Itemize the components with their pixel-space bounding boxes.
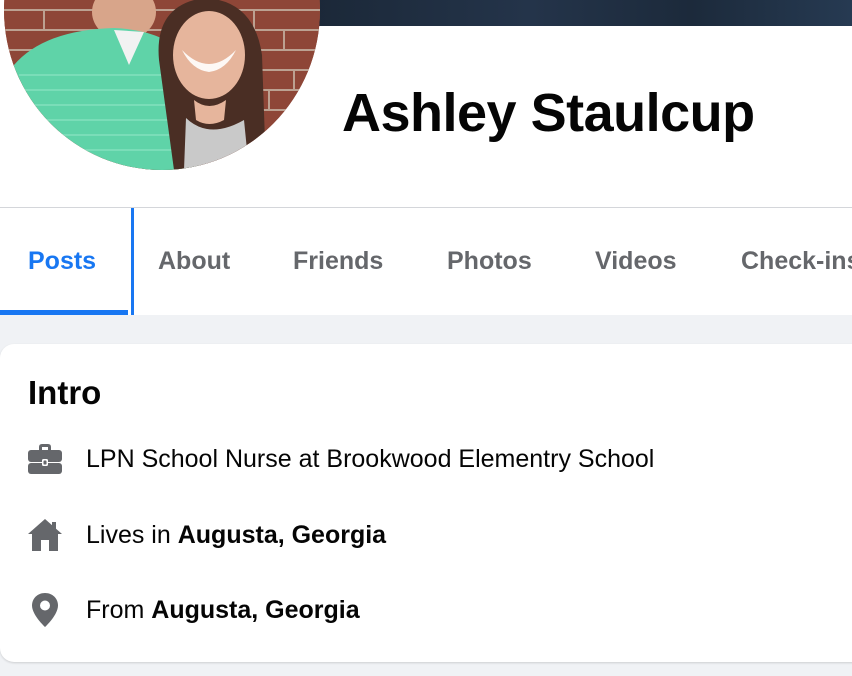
- tab-friends[interactable]: Friends: [293, 208, 383, 315]
- intro-lives-prefix: Lives in: [86, 520, 178, 549]
- profile-picture[interactable]: [4, 0, 320, 170]
- cover-photo[interactable]: [314, 0, 852, 26]
- home-icon: [26, 516, 64, 554]
- intro-from-place[interactable]: Augusta, Georgia: [151, 596, 359, 625]
- profile-photo-image: [4, 0, 320, 170]
- intro-from-row[interactable]: From Augusta, Georgia: [26, 590, 360, 630]
- intro-work-row[interactable]: LPN School Nurse at Brookwood Elementry …: [26, 439, 654, 479]
- intro-title: Intro: [28, 374, 102, 411]
- intro-card: Intro LPN School Nurse at Brookwood Elem…: [0, 344, 852, 662]
- briefcase-icon: [26, 440, 64, 478]
- tab-photos[interactable]: Photos: [447, 208, 532, 315]
- profile-tabs: Posts About Friends Photos Videos Check-…: [0, 207, 852, 315]
- tab-check-ins[interactable]: Check-ins: [741, 208, 852, 315]
- intro-from-prefix: From: [86, 595, 152, 624]
- tab-about[interactable]: About: [158, 208, 230, 315]
- profile-header: Ashley Staulcup: [0, 0, 852, 207]
- tab-videos[interactable]: Videos: [595, 208, 677, 315]
- tab-posts[interactable]: Posts: [28, 208, 96, 315]
- intro-lives-row[interactable]: Lives in Augusta, Georgia: [26, 515, 386, 555]
- tab-focus-divider: [131, 208, 134, 315]
- profile-page: Ashley Staulcup Posts About Friends Phot…: [0, 0, 852, 676]
- intro-work-text: LPN School Nurse at Brookwood Elementry …: [86, 444, 655, 473]
- intro-lives-place[interactable]: Augusta, Georgia: [178, 521, 386, 550]
- profile-name: Ashley Staulcup: [342, 83, 755, 143]
- location-pin-icon: [26, 591, 64, 629]
